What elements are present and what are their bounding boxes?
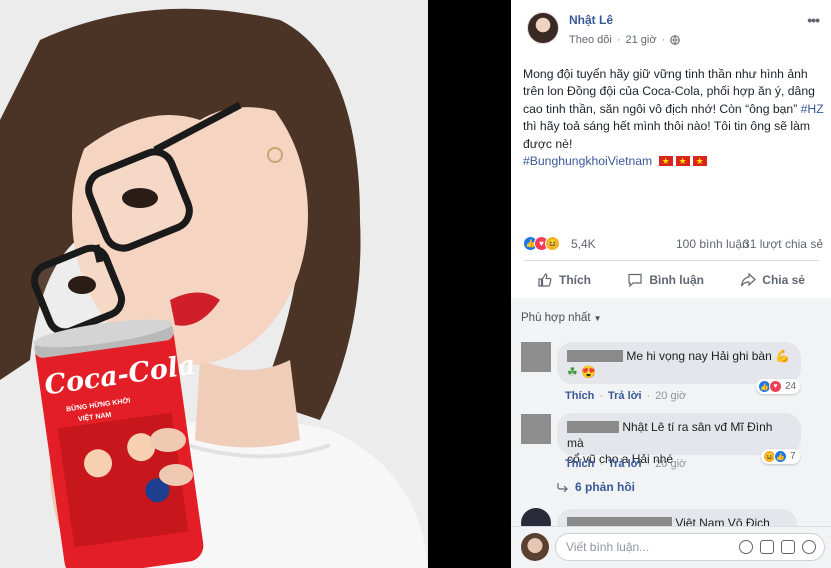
- author-avatar[interactable]: [527, 12, 559, 44]
- comment-count[interactable]: 100 bình luận: [676, 237, 749, 251]
- post-text-main: Mong đội tuyển hãy giữ vững tinh thần nh…: [523, 67, 815, 116]
- vietnam-flag-emojis: [658, 153, 707, 170]
- post-meta: Theo dõi · 21 giờ ·: [569, 34, 681, 46]
- share-count[interactable]: 31 lượt chia sẻ: [743, 237, 823, 251]
- commenter-avatar[interactable]: [521, 414, 551, 444]
- clover-emoji: ☘: [567, 365, 578, 379]
- globe-icon: [670, 35, 681, 45]
- comment-button-label: Bình luận: [649, 273, 704, 287]
- post-stats: 👍 ♥ 😆 5,4K 100 bình luận 31 lượt chia sẻ: [523, 236, 823, 252]
- comment-reactions[interactable]: 👍 ♥ 24: [756, 379, 801, 394]
- comment-time[interactable]: 20 giờ: [655, 390, 686, 402]
- view-replies-link[interactable]: 6 phản hồi: [557, 480, 635, 494]
- post-text-tail: thì hãy toả sáng hết mình thôi nào! Tôi …: [523, 119, 811, 151]
- sticker-icon[interactable]: [802, 540, 816, 554]
- comment-input-tools: [739, 540, 816, 554]
- comment-like-link[interactable]: Thích: [565, 390, 594, 402]
- share-button-label: Chia sẻ: [762, 273, 805, 287]
- comment-reply-link[interactable]: Trả lời: [608, 458, 642, 470]
- vietnam-flag-icon: [658, 153, 673, 170]
- meta-separator: ·: [616, 34, 621, 46]
- post-header: Nhật Lê Theo dõi · 21 giờ · •••: [511, 0, 831, 58]
- like-button[interactable]: Thích: [523, 266, 605, 294]
- gif-icon[interactable]: [781, 540, 795, 554]
- like-reaction-icon: 👍: [774, 450, 787, 463]
- comment-bubble: Me hi vọng nay Hải ghi bàn 💪 ☘ 😍: [557, 342, 801, 384]
- comment-time[interactable]: 20 giờ: [655, 458, 686, 470]
- flexed-biceps-emoji: 💪: [775, 349, 791, 363]
- reaction-count[interactable]: 5,4K: [571, 237, 596, 251]
- love-reaction-icon: ♥: [769, 380, 782, 393]
- post-time[interactable]: 21 giờ: [625, 34, 656, 46]
- separator: ·: [599, 458, 604, 470]
- post-action-bar: Thích Bình luận Chia sẻ: [523, 266, 819, 294]
- camera-icon[interactable]: [760, 540, 774, 554]
- thumbs-up-icon: [538, 273, 552, 287]
- separator: ·: [646, 458, 651, 470]
- photo-illustration: [0, 0, 428, 568]
- vietnam-flag-icon: [675, 153, 690, 170]
- comment-sort-dropdown[interactable]: Phù hợp nhất ▼: [521, 312, 602, 324]
- comment-input[interactable]: Viết bình luận...: [555, 533, 825, 561]
- emoji-icon[interactable]: [739, 540, 753, 554]
- post-photo[interactable]: Coca-Cola BỪNG HỪNG KHỞI VIỆT NAM: [0, 0, 428, 568]
- post-side-panel: Nhật Lê Theo dõi · 21 giờ · ••• Mong đội…: [511, 0, 831, 568]
- redacted-name[interactable]: [567, 421, 619, 433]
- like-button-label: Thích: [559, 273, 591, 287]
- comment-reactions[interactable]: 😆 👍 7: [761, 449, 800, 464]
- photo-viewer-gap: [428, 0, 511, 568]
- commenter-avatar[interactable]: [521, 342, 551, 372]
- comment-actions: Thích · Trả lời · 20 giờ: [565, 390, 686, 402]
- more-options-icon[interactable]: •••: [807, 12, 820, 28]
- redacted-name[interactable]: [567, 350, 623, 362]
- replies-label: 6 phản hồi: [575, 480, 635, 494]
- comment-input-placeholder: Viết bình luận...: [566, 540, 650, 554]
- comment-button[interactable]: Bình luận: [613, 266, 718, 294]
- heart-eyes-emoji: 😍: [581, 365, 597, 379]
- comment-reaction-count: 24: [785, 381, 797, 392]
- comment-reaction-count: 7: [790, 451, 796, 462]
- vietnam-flag-icon: [692, 153, 707, 170]
- chevron-down-icon: ▼: [593, 314, 602, 323]
- comment-like-link[interactable]: Thích: [565, 458, 594, 470]
- reaction-icons[interactable]: 👍 ♥ 😆: [523, 236, 560, 251]
- meta-separator-2: ·: [661, 34, 666, 46]
- haha-reaction-icon: 😆: [545, 236, 560, 251]
- separator: ·: [599, 390, 604, 402]
- follow-link[interactable]: Theo dõi: [569, 34, 612, 46]
- hashtag-bunghungkhoi[interactable]: #BunghungkhoiVietnam: [523, 154, 652, 168]
- write-comment-bar: Viết bình luận...: [511, 526, 831, 568]
- author-name[interactable]: Nhật Lê: [569, 13, 613, 27]
- stats-divider: [523, 260, 819, 261]
- share-icon: [741, 272, 757, 287]
- comment-text: Me hi vọng nay Hải ghi bàn: [626, 349, 772, 363]
- comment-reply-link[interactable]: Trả lời: [608, 390, 642, 402]
- separator: ·: [646, 390, 651, 402]
- comment-icon: [628, 273, 642, 288]
- current-user-avatar: [521, 533, 549, 561]
- post-body-text: Mong đội tuyển hãy giữ vững tinh thần nh…: [523, 66, 825, 170]
- reply-arrow-icon: [557, 483, 568, 492]
- hashtag-hz[interactable]: #HZ: [801, 102, 824, 116]
- comment-actions: Thích · Trả lời · 20 giờ: [565, 458, 686, 470]
- comment-sort-label: Phù hợp nhất: [521, 312, 591, 324]
- share-button[interactable]: Chia sẻ: [726, 266, 819, 294]
